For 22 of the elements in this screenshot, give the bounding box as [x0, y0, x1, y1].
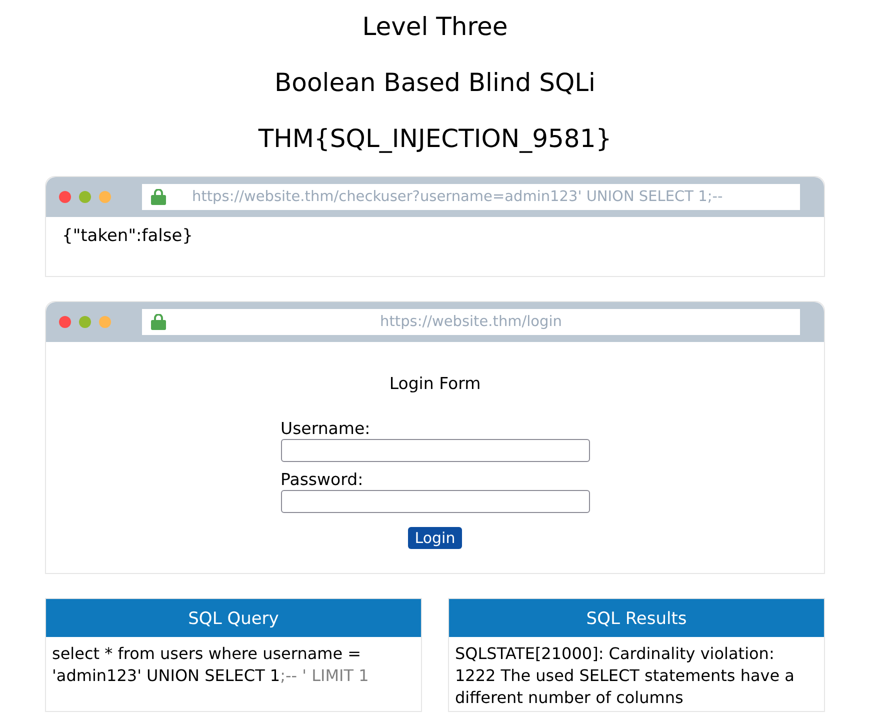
panel-header: SQL Query	[46, 599, 421, 637]
field-label: Username:	[280, 419, 372, 439]
window-controls-icon	[58, 190, 114, 204]
panel-text: select * from users where username = 'admin123' UNION SELECT 1;-- ' LIMIT 1	[51, 643, 370, 687]
lock-icon	[151, 314, 166, 330]
lock-icon	[151, 189, 166, 205]
response-text: {"taken":false}	[62, 226, 193, 246]
url-text: https://website.thm/checkuser?username=admin123' UNION SELECT 1;--	[192, 189, 723, 205]
page-heading: Boolean Based Blind SQLi	[274, 67, 596, 99]
address-bar[interactable]: https://website.thm/login	[142, 309, 800, 335]
panel-header: SQL Results	[449, 599, 824, 637]
window-controls-icon	[58, 315, 114, 329]
address-bar[interactable]: https://website.thm/checkuser?username=admin123' UNION SELECT 1;--	[142, 184, 800, 210]
input-field[interactable]	[280, 439, 590, 462]
url-text: https://website.thm/login	[380, 314, 562, 330]
form-title: Login Form	[389, 374, 481, 393]
field-label: Password:	[280, 470, 364, 490]
page-heading: THM{SQL_INJECTION_9581}	[257, 123, 613, 155]
page-heading: Level Three	[361, 11, 509, 43]
panel-text: SQLSTATE[21000]: Cardinality violation: 1222 The used SELECT statements have a different number of columns	[454, 643, 796, 709]
input-field[interactable]	[280, 490, 590, 513]
login-button[interactable]: Login	[408, 527, 462, 549]
